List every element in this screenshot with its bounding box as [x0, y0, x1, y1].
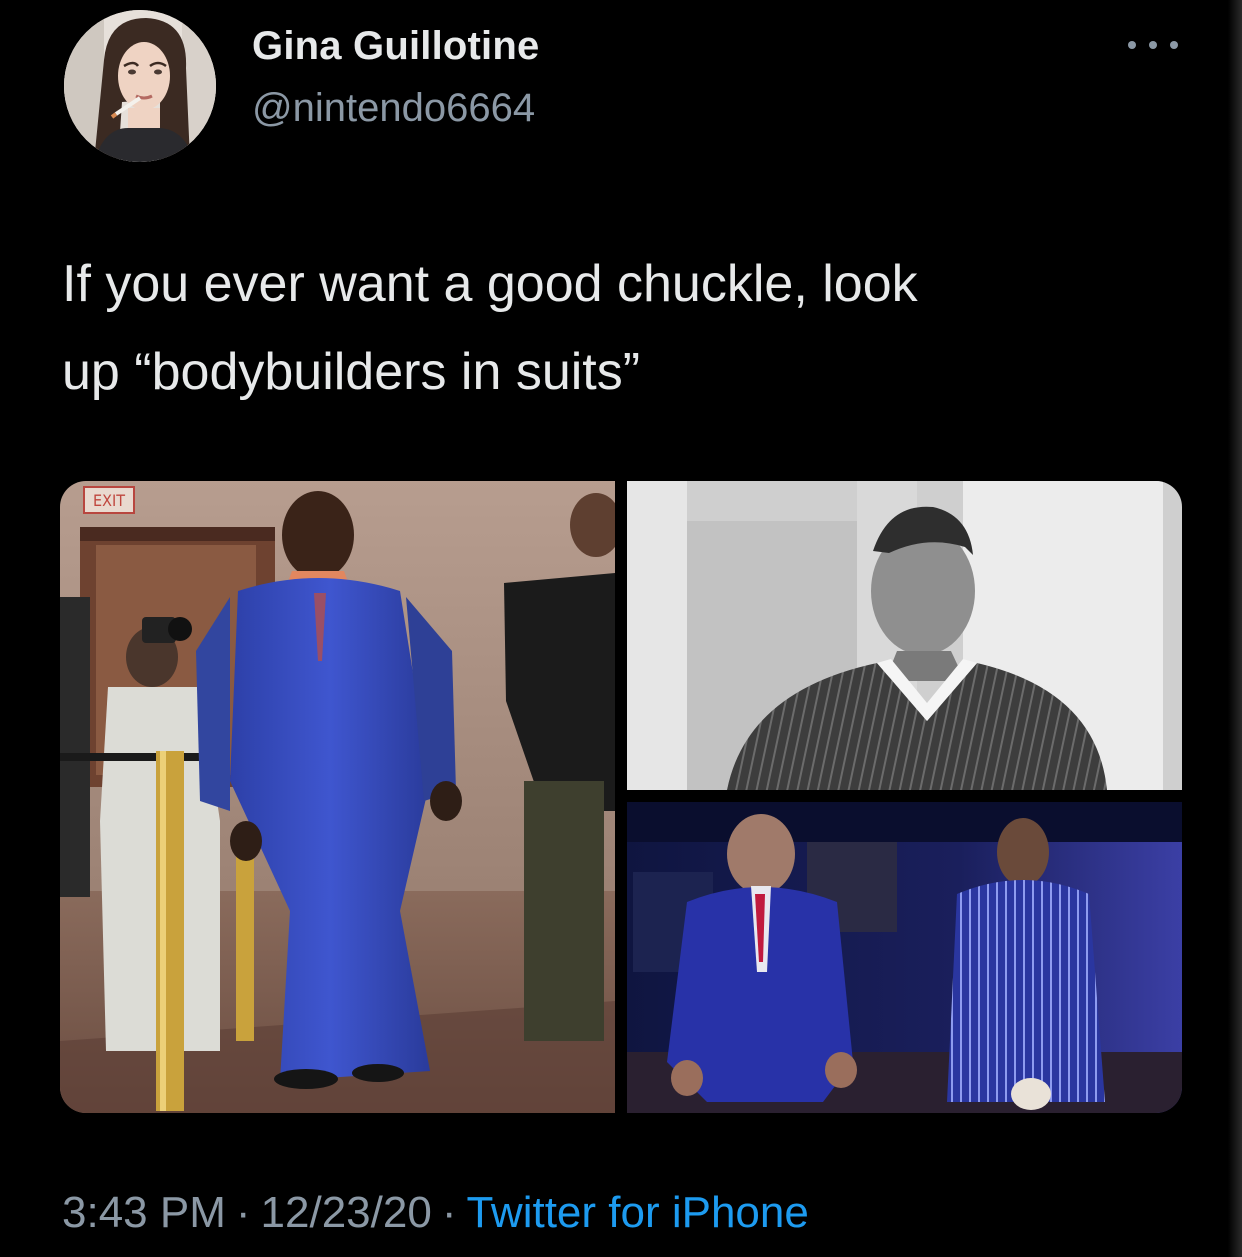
avatar[interactable] — [64, 10, 216, 162]
more-dot — [1149, 41, 1157, 49]
photo-two-blue-suits — [627, 802, 1182, 1113]
tweet-time[interactable]: 3:43 PM — [62, 1188, 226, 1237]
more-horizontal-icon[interactable] — [1128, 30, 1178, 60]
more-dot — [1128, 41, 1136, 49]
tweet-text-line: If you ever want a good chuckle, look — [62, 255, 918, 313]
tweet-date[interactable]: 12/23/20 — [261, 1188, 432, 1237]
avatar-image — [64, 10, 216, 162]
media-photo-2[interactable] — [627, 481, 1182, 790]
author-display-name[interactable]: Gina Guillotine — [252, 24, 539, 69]
media-photo-1[interactable]: EXIT — [60, 481, 615, 1113]
window-edge — [1228, 0, 1242, 1257]
media-photo-3[interactable] — [627, 802, 1182, 1113]
photo-blue-suit: EXIT — [60, 481, 615, 1113]
media-grid: EXIT — [60, 481, 1182, 1113]
meta-separator: · — [441, 1188, 457, 1237]
exit-sign-text: EXIT — [93, 491, 125, 510]
tweet-text-line: up “bodybuilders in suits” — [62, 343, 641, 401]
meta-separator: · — [235, 1188, 251, 1237]
tweet-source-link[interactable]: Twitter for iPhone — [466, 1188, 808, 1237]
author-handle[interactable]: @nintendo6664 — [252, 86, 535, 131]
tweet-meta: 3:43 PM · 12/23/20 · Twitter for iPhone — [62, 1188, 809, 1238]
tweet-text: If you ever want a good chuckle, look up… — [62, 240, 1182, 416]
photo-bw-pinstripe — [627, 481, 1182, 790]
more-dot — [1170, 41, 1178, 49]
